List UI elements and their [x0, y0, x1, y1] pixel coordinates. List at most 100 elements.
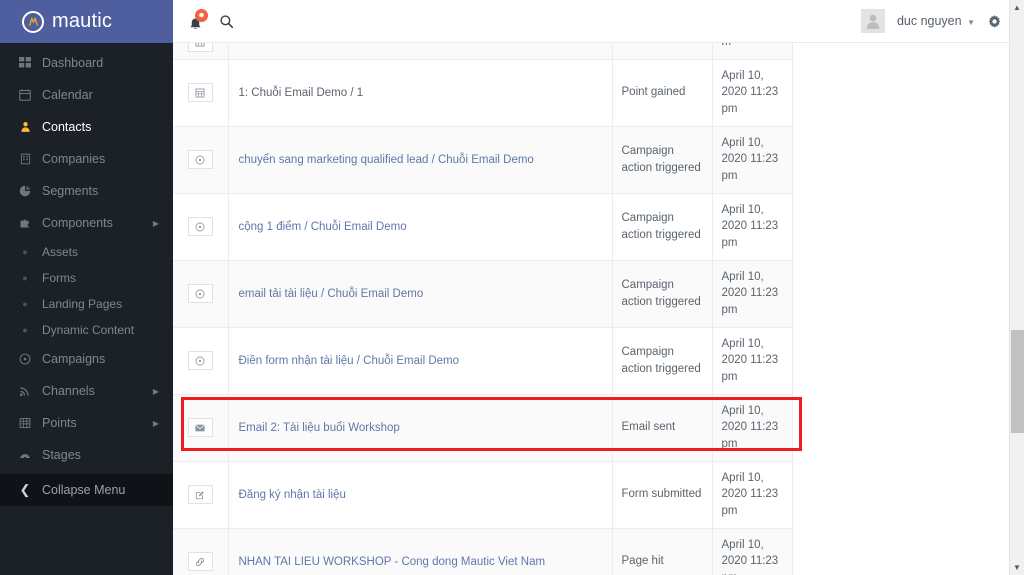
row-event-cell: Email sent — [612, 394, 712, 461]
table-row[interactable]: email tải tài liệu / Chuỗi Email Demo Ca… — [173, 260, 792, 327]
settings-button[interactable] — [987, 14, 1002, 29]
activity-table: m 1: Chuỗi Email Demo / 1 — [173, 43, 793, 575]
sidebar-item-label: Stages — [42, 448, 81, 462]
scrollbar-thumb[interactable] — [1011, 330, 1024, 433]
scroll-down-arrow[interactable]: ▼ — [1010, 560, 1024, 575]
collapse-menu-button[interactable]: ❮ Collapse Menu — [0, 474, 173, 506]
table-row[interactable]: m — [173, 43, 792, 59]
sidebar-item-label: Components — [42, 216, 113, 230]
row-event-label: Campaign action triggered — [622, 279, 701, 308]
sidebar: mautic Dashboard Calendar Contacts — [0, 0, 173, 575]
sidebar-item-label: Segments — [42, 184, 98, 198]
row-date-cell: April 10, 2020 11:23 pm — [712, 327, 792, 394]
page-scrollbar[interactable]: ▲ ▼ — [1009, 0, 1024, 575]
scroll-up-arrow[interactable]: ▲ — [1010, 0, 1024, 15]
sidebar-item-label: Calendar — [42, 88, 93, 102]
sidebar-item-stages[interactable]: Stages — [0, 439, 173, 471]
sidebar-item-assets[interactable]: ● Assets — [0, 239, 173, 265]
row-name-cell: 1: Chuỗi Email Demo / 1 — [228, 59, 612, 126]
row-icon-cell — [173, 394, 228, 461]
table-row-highlighted[interactable]: Đăng ký nhận tài liệu Form submitted Apr… — [173, 461, 792, 528]
row-date-label: m — [722, 43, 732, 48]
bullet-icon: ● — [14, 273, 36, 283]
row-name-link[interactable]: Đăng ký nhận tài liệu — [239, 489, 346, 501]
chevron-right-icon: ▶ — [153, 387, 159, 396]
sidebar-item-campaigns[interactable]: Campaigns — [0, 343, 173, 375]
points-icon — [188, 83, 213, 102]
search-button[interactable] — [219, 14, 234, 29]
table-row[interactable]: Điền form nhận tài liệu / Chuỗi Email De… — [173, 327, 792, 394]
row-name-link[interactable]: NHAN TAI LIEU WORKSHOP - Cong dong Mauti… — [239, 556, 546, 568]
row-name-link[interactable]: cộng 1 điểm / Chuỗi Email Demo — [239, 221, 407, 233]
building-icon — [14, 153, 36, 165]
row-date-cell: m — [712, 43, 792, 59]
campaign-icon — [188, 217, 213, 236]
sidebar-subitem-label: Landing Pages — [42, 297, 122, 311]
row-name-cell: Email 2: Tài liệu buổi Workshop — [228, 394, 612, 461]
sidebar-item-points[interactable]: Points ▶ — [0, 407, 173, 439]
sidebar-item-segments[interactable]: Segments — [0, 175, 173, 207]
bullet-icon: ● — [14, 299, 36, 309]
gauge-icon — [14, 449, 36, 461]
row-event-label: Campaign action triggered — [622, 145, 701, 174]
activity-table-container: m 1: Chuỗi Email Demo / 1 — [173, 43, 1024, 575]
main-area: ✸ duc nguyen ▼ — [173, 0, 1024, 575]
grid-icon — [14, 57, 36, 69]
row-date-cell: April 10, 2020 11:23 pm — [712, 528, 792, 575]
table-row[interactable]: Email 2: Tài liệu buổi Workshop Email se… — [173, 394, 792, 461]
notifications-button[interactable]: ✸ — [185, 10, 205, 32]
chevron-down-icon: ▼ — [967, 18, 975, 27]
row-event-label: Campaign action triggered — [622, 346, 701, 375]
contact-icon — [14, 121, 36, 133]
sidebar-item-dynamic-content[interactable]: ● Dynamic Content — [0, 317, 173, 343]
sidebar-subitem-label: Forms — [42, 271, 76, 285]
sidebar-item-label: Contacts — [42, 120, 91, 134]
row-date-label: April 10, 2020 11:23 pm — [722, 137, 779, 182]
row-name-link[interactable]: email tải tài liệu / Chuỗi Email Demo — [239, 288, 424, 300]
table-row[interactable]: chuyển sang marketing qualified lead / C… — [173, 126, 792, 193]
row-icon-cell — [173, 43, 228, 59]
row-event-label: Point gained — [622, 86, 686, 98]
row-event-label: Page hit — [622, 555, 664, 567]
email-icon — [188, 418, 213, 437]
row-name-cell: cộng 1 điểm / Chuỗi Email Demo — [228, 193, 612, 260]
table-row[interactable]: 1: Chuỗi Email Demo / 1 Point gained Apr… — [173, 59, 792, 126]
row-event-cell: Page hit — [612, 528, 712, 575]
puzzle-icon — [14, 217, 36, 229]
avatar[interactable] — [861, 9, 885, 33]
mautic-logo-icon — [22, 11, 44, 33]
sidebar-nav: Dashboard Calendar Contacts Companies — [0, 43, 173, 503]
row-name-link[interactable]: Email 2: Tài liệu buổi Workshop — [239, 422, 400, 434]
sidebar-item-contacts[interactable]: Contacts — [0, 111, 173, 143]
sidebar-item-companies[interactable]: Companies — [0, 143, 173, 175]
row-icon-cell — [173, 126, 228, 193]
chevron-right-icon: ▶ — [153, 219, 159, 228]
sidebar-item-label: Campaigns — [42, 352, 105, 366]
row-name-link[interactable]: chuyển sang marketing qualified lead / C… — [239, 154, 534, 166]
sidebar-item-forms[interactable]: ● Forms — [0, 265, 173, 291]
sidebar-subitem-label: Dynamic Content — [42, 323, 134, 337]
sidebar-item-channels[interactable]: Channels ▶ — [0, 375, 173, 407]
row-name-link[interactable]: Điền form nhận tài liệu / Chuỗi Email De… — [239, 355, 460, 367]
row-icon-cell — [173, 59, 228, 126]
row-name-cell: Đăng ký nhận tài liệu — [228, 461, 612, 528]
sidebar-item-dashboard[interactable]: Dashboard — [0, 47, 173, 79]
row-event-cell — [612, 43, 712, 59]
form-icon — [188, 485, 213, 504]
row-date-cell: April 10, 2020 11:23 pm — [712, 126, 792, 193]
user-menu[interactable]: duc nguyen ▼ — [897, 14, 975, 28]
row-date-label: April 10, 2020 11:23 pm — [722, 472, 779, 517]
table-row[interactable]: cộng 1 điểm / Chuỗi Email Demo Campaign … — [173, 193, 792, 260]
sidebar-item-components[interactable]: Components ▶ — [0, 207, 173, 239]
sidebar-item-landing-pages[interactable]: ● Landing Pages — [0, 291, 173, 317]
collapse-menu-label: Collapse Menu — [42, 483, 125, 497]
row-name-cell: NHAN TAI LIEU WORKSHOP - Cong dong Mauti… — [228, 528, 612, 575]
row-icon-cell — [173, 193, 228, 260]
sidebar-item-calendar[interactable]: Calendar — [0, 79, 173, 111]
row-icon-cell — [173, 528, 228, 575]
brand-header[interactable]: mautic — [0, 0, 173, 43]
row-event-cell: Campaign action triggered — [612, 327, 712, 394]
table-row[interactable]: NHAN TAI LIEU WORKSHOP - Cong dong Mauti… — [173, 528, 792, 575]
row-event-cell: Form submitted — [612, 461, 712, 528]
row-event-cell: Campaign action triggered — [612, 260, 712, 327]
